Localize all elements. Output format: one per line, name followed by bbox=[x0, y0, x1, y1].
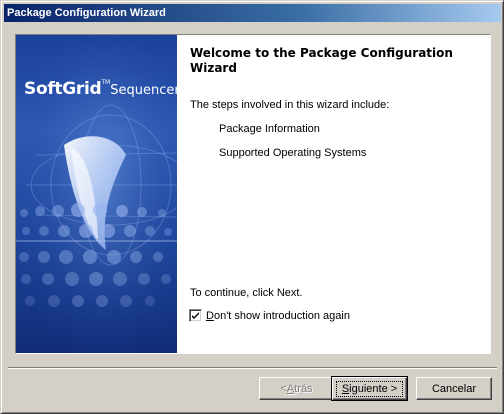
cancel-button[interactable]: Cancelar bbox=[416, 377, 492, 400]
dont-show-intro-option[interactable]: Don't show introduction again bbox=[189, 309, 350, 322]
intro-text: The steps involved in this wizard includ… bbox=[190, 99, 390, 111]
step-item: Supported Operating Systems bbox=[219, 147, 367, 159]
wizard-heading: Welcome to the Package Configuration Wiz… bbox=[190, 46, 453, 75]
softgrid-logo: SoftGridTMSequencer bbox=[24, 79, 177, 99]
logo-sub-text: Sequencer bbox=[110, 83, 177, 98]
continue-text: To continue, click Next. bbox=[190, 287, 303, 299]
next-button-focus: Siguiente > bbox=[335, 380, 404, 397]
next-button[interactable]: Siguiente > bbox=[331, 376, 408, 401]
logo-trademark: TM bbox=[101, 79, 111, 86]
back-button[interactable]: < Atrás bbox=[259, 377, 334, 400]
wizard-content-panel: SoftGridTMSequencer Welcome to the Packa… bbox=[15, 34, 491, 354]
title-bar[interactable]: Package Configuration Wizard bbox=[4, 4, 501, 22]
window-title: Package Configuration Wizard bbox=[7, 7, 166, 19]
checkmark-icon bbox=[192, 312, 199, 319]
button-separator bbox=[8, 367, 497, 369]
dont-show-intro-checkbox[interactable] bbox=[189, 309, 202, 322]
logo-main-text: SoftGrid bbox=[24, 79, 102, 99]
softgrid-banner-image: SoftGridTMSequencer bbox=[16, 35, 177, 353]
dont-show-intro-label[interactable]: Don't show introduction again bbox=[206, 310, 350, 322]
step-item: Package Information bbox=[219, 123, 320, 135]
wizard-window: Package Configuration Wizard SoftGridTMS… bbox=[0, 0, 504, 414]
